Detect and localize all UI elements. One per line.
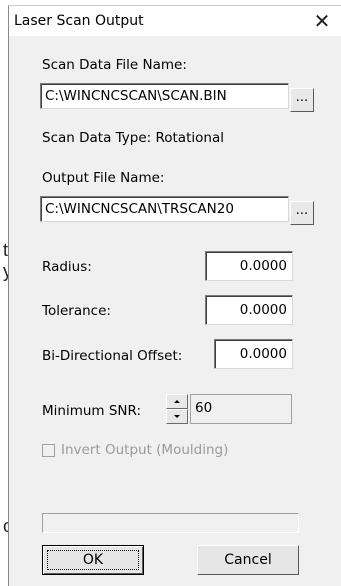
scan-data-type-label: Scan Data Type: Rotational <box>42 130 224 146</box>
output-file-input[interactable]: C:\WINCNCSCAN\TRSCAN20 <box>40 196 289 222</box>
invert-output-label: Invert Output (Moulding) <box>61 442 229 458</box>
progress-bar <box>42 513 299 533</box>
invert-output-checkbox[interactable] <box>42 444 55 457</box>
output-file-label: Output File Name: <box>42 170 165 186</box>
dialog-title: Laser Scan Output <box>14 13 144 29</box>
focus-ring <box>47 550 139 570</box>
scan-data-file-label: Scan Data File Name: <box>42 57 187 73</box>
title-bar[interactable]: Laser Scan Output ✕ <box>9 6 341 36</box>
minimum-snr-spinner <box>166 394 188 424</box>
chevron-up-icon <box>174 400 180 403</box>
laser-scan-output-dialog: Laser Scan Output ✕ Scan Data File Name:… <box>8 5 341 586</box>
scan-data-browse-button[interactable]: ... <box>290 88 314 112</box>
tolerance-input[interactable]: 0.0000 <box>205 295 293 325</box>
scan-data-file-input[interactable]: C:\WINCNCSCAN\SCAN.BIN <box>40 83 289 109</box>
cancel-button[interactable]: Cancel <box>197 545 299 575</box>
spin-down-button[interactable] <box>166 409 188 424</box>
chevron-down-icon <box>174 415 180 418</box>
output-file-browse-button[interactable]: ... <box>290 201 314 225</box>
ok-button[interactable]: OK <box>42 545 144 575</box>
bidirectional-offset-input[interactable]: 0.0000 <box>214 339 293 369</box>
radius-label: Radius: <box>42 259 92 275</box>
radius-input[interactable]: 0.0000 <box>205 251 293 281</box>
spin-up-button[interactable] <box>166 394 188 409</box>
bidirectional-offset-label: Bi-Directional Offset: <box>42 348 183 364</box>
minimum-snr-input[interactable]: 60 <box>190 394 292 424</box>
minimum-snr-label: Minimum SNR: <box>42 403 142 419</box>
tolerance-label: Tolerance: <box>42 303 111 319</box>
close-icon[interactable]: ✕ <box>309 9 335 33</box>
cancel-button-label: Cancel <box>224 552 272 568</box>
